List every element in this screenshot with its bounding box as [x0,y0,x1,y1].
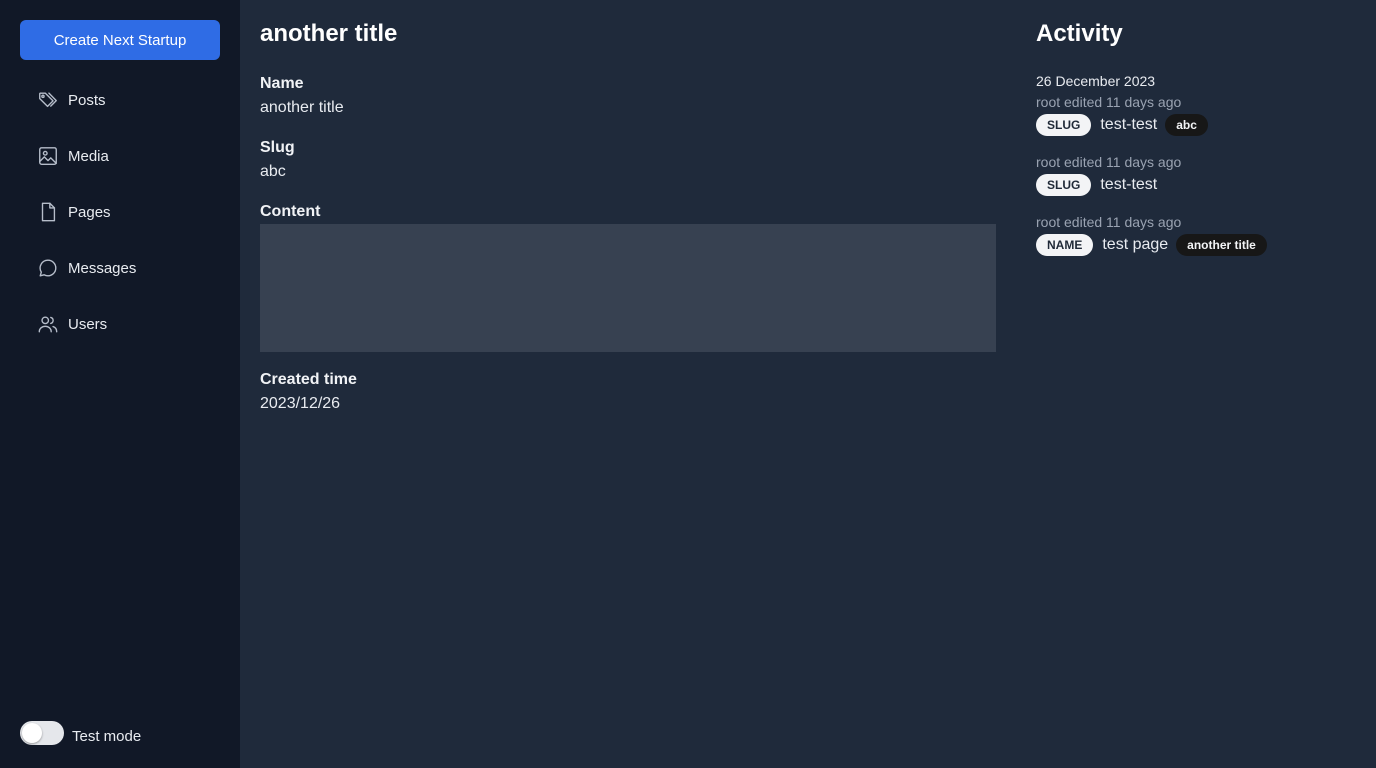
image-icon [36,144,60,168]
new-value-badge: abc [1165,114,1208,136]
activity-entry: root edited 11 days ago NAME test page a… [1036,213,1267,257]
activity-entry-meta: root edited 11 days ago [1036,94,1182,110]
sidebar-item-messages[interactable]: Messages [36,254,136,282]
sidebar-item-label: Pages [68,203,111,221]
content-label: Content [260,203,321,220]
field-badge: NAME [1036,234,1094,256]
toggle-knob [22,722,42,743]
activity-entry-meta: root edited 11 days ago [1036,154,1182,170]
old-value: test page [1102,236,1169,253]
file-icon [36,200,60,224]
name-value: another title [260,99,344,116]
activity-entry-meta: root edited 11 days ago [1036,214,1182,230]
sidebar-item-label: Posts [68,91,106,109]
test-mode-control: Test mode [20,720,141,745]
sidebar-item-label: Users [68,315,108,333]
activity-change-row: SLUG test-test [1036,173,1181,197]
old-value: test-test [1100,176,1158,193]
activity-change-row: NAME test page another title [1036,233,1267,257]
name-label: Name [260,75,304,92]
activity-change-row: SLUG test-test abc [1036,113,1208,137]
activity-entry: root edited 11 days ago SLUG test-test a… [1036,93,1208,137]
create-next-startup-button[interactable]: Create Next Startup [20,20,220,60]
slug-value: abc [260,163,286,180]
sidebar-nav: Posts Media Pages Messages Users [36,86,136,366]
sidebar-item-users[interactable]: Users [36,310,136,338]
test-mode-label: Test mode [72,728,142,745]
tags-icon [36,88,60,112]
created-time-label: Created time [260,371,357,388]
content-value-box [260,224,996,352]
sidebar: Create Next Startup Posts Media Pages Me… [0,0,240,768]
activity-entry: root edited 11 days ago SLUG test-test [1036,153,1181,197]
sidebar-item-label: Media [68,147,109,165]
chat-bubble-icon [36,256,60,280]
users-icon [36,312,60,336]
sidebar-item-media[interactable]: Media [36,142,136,170]
sidebar-item-posts[interactable]: Posts [36,86,136,114]
activity-title: Activity [1036,20,1123,47]
new-value-badge: another title [1176,234,1267,256]
test-mode-toggle[interactable] [20,720,64,745]
sidebar-item-pages[interactable]: Pages [36,198,136,226]
sidebar-item-label: Messages [68,259,137,277]
old-value: test-test [1100,116,1158,133]
field-badge: SLUG [1036,114,1092,136]
activity-date: 26 December 2023 [1036,73,1156,89]
page-title: another title [260,20,398,47]
slug-label: Slug [260,139,295,156]
field-badge: SLUG [1036,174,1092,196]
created-time-value: 2023/12/26 [260,395,341,412]
